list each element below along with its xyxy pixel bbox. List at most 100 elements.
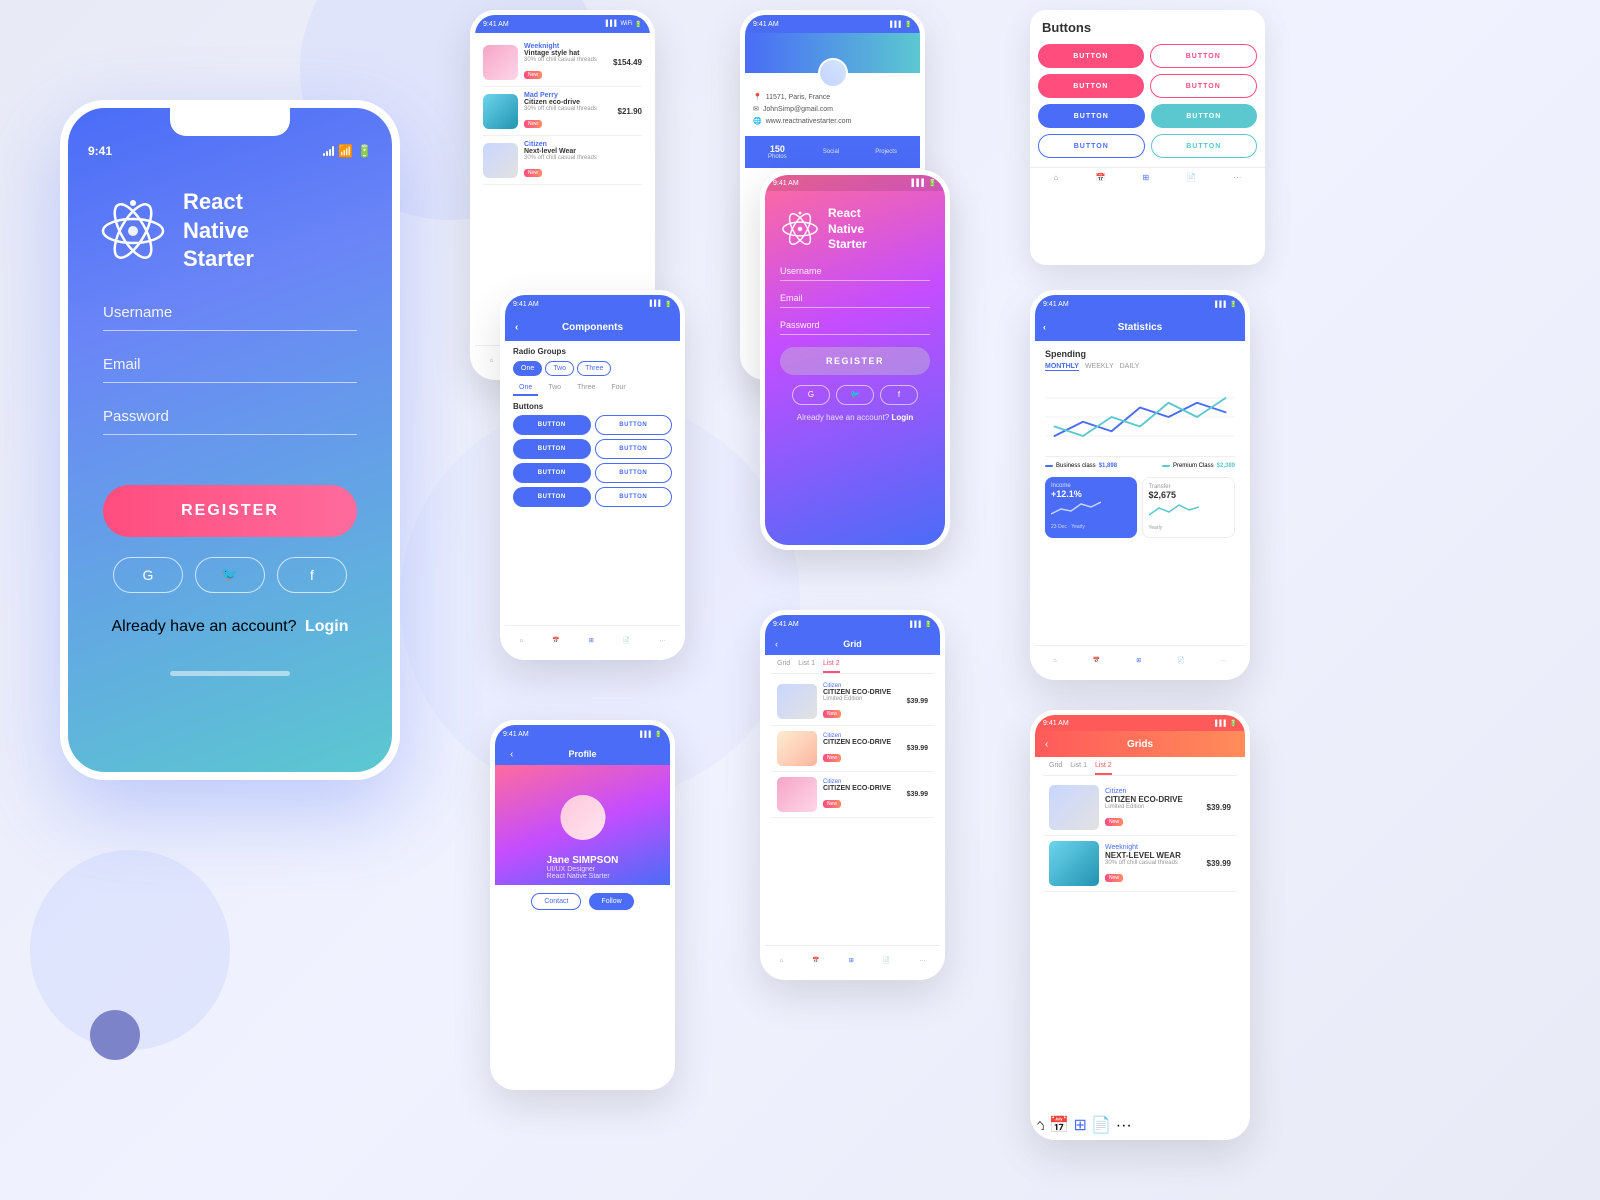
grids2-title: Grids <box>1127 739 1153 750</box>
panel-btn-pink-outline-1[interactable]: BUTTON <box>1150 44 1258 68</box>
grids2-tab-grid[interactable]: Grid <box>1049 762 1062 775</box>
panel-btn-pink-1[interactable]: BUTTON <box>1038 44 1144 68</box>
btn-outline-blue-1[interactable]: BUTTON <box>595 415 673 435</box>
stats-nav-grid[interactable]: ⊞ <box>1136 657 1141 664</box>
email-icon: ✉ <box>753 105 759 113</box>
grid-back-icon[interactable]: ‹ <box>775 639 778 649</box>
password-field[interactable]: Password <box>103 408 357 435</box>
panel-btn-teal-1[interactable]: BUTTON <box>1151 104 1258 128</box>
profile-back-icon[interactable]: ‹ <box>510 749 513 760</box>
facebook-login-button[interactable]: f <box>277 557 347 593</box>
panel-btn-teal-outline-1[interactable]: BUTTON <box>1151 134 1258 158</box>
panel-nav-home[interactable]: ⌂ <box>1054 173 1059 182</box>
register-app-line3: Starter <box>828 237 867 253</box>
nav-home-grid[interactable]: ⌂ <box>780 958 784 964</box>
grids2-time: 9:41 AM <box>1043 720 1069 727</box>
nav-grid-grid[interactable]: ⊞ <box>849 957 854 964</box>
reg-google-button[interactable]: G <box>792 385 830 405</box>
stats-nav-home[interactable]: ⌂ <box>1053 658 1057 664</box>
panel-btn-pink-outline-2[interactable]: BUTTON <box>1150 74 1258 98</box>
grids2-back-icon[interactable]: ‹ <box>1045 739 1048 750</box>
reg-email-field[interactable]: Email <box>780 293 930 308</box>
btn-outline-blue-3[interactable]: BUTTON <box>595 463 673 483</box>
reg-register-button[interactable]: REGISTER <box>780 347 930 375</box>
nav-cal-grid[interactable]: 📅 <box>812 957 819 964</box>
login-link[interactable]: Login <box>305 618 349 635</box>
btn-row-4: BUTTON BUTTON <box>1030 131 1265 161</box>
twitter-login-button[interactable]: 🐦 <box>195 557 265 593</box>
reg-login-text[interactable]: Login <box>891 413 913 422</box>
grids2-info-2: Weeknight NEXT-LEVEL WEAR 30% off chill … <box>1105 844 1201 884</box>
email-field[interactable]: Email <box>103 356 357 383</box>
shop-badge-1: New <box>524 71 542 79</box>
back-icon[interactable]: ‹ <box>515 322 518 333</box>
panel-nav-grid[interactable]: ⊞ <box>1143 173 1150 182</box>
reg-facebook-button[interactable]: f <box>880 385 918 405</box>
btn-solid-blue-2[interactable]: BUTTON <box>513 439 591 459</box>
nav-components-comp[interactable]: ··· <box>659 638 665 644</box>
tab-list2[interactable]: List 2 <box>823 660 840 673</box>
radio-two-filled[interactable]: Two <box>545 361 574 376</box>
nav-home-comp[interactable]: ⌂ <box>520 638 524 644</box>
btn-solid-blue-4[interactable]: BUTTON <box>513 487 591 507</box>
nav-home[interactable]: ⌂ <box>490 358 494 364</box>
btn-outline-blue-2[interactable]: BUTTON <box>595 439 673 459</box>
nav-calendar-comp[interactable]: 📅 <box>552 637 559 644</box>
nav-pages-grid[interactable]: 📄 <box>883 957 890 964</box>
tab-monthly[interactable]: MONTHLY <box>1045 363 1079 371</box>
stats-tabs: MONTHLY WEEKLY DAILY <box>1045 363 1235 371</box>
panel-btn-blue-1[interactable]: BUTTON <box>1038 104 1145 128</box>
stats-nav-comp[interactable]: ··· <box>1221 658 1227 664</box>
chart-svg <box>1045 377 1235 457</box>
contact-button[interactable]: Contact <box>531 893 581 910</box>
nav-comp-grid[interactable]: ··· <box>919 958 925 964</box>
nav-grids-comp[interactable]: ⊞ <box>589 637 594 644</box>
grids2-nav-grid[interactable]: ⊞ <box>1074 1117 1087 1134</box>
grids2-nav-cal[interactable]: 📅 <box>1049 1117 1069 1134</box>
radio-one-filled[interactable]: One <box>513 361 542 376</box>
grids2-nav-comp[interactable]: ··· <box>1116 1117 1132 1134</box>
btn-outline-blue-4[interactable]: BUTTON <box>595 487 673 507</box>
radio-one-underline[interactable]: One <box>513 381 538 396</box>
panel-btn-blue-outline-1[interactable]: BUTTON <box>1038 134 1145 158</box>
btn-solid-blue-1[interactable]: BUTTON <box>513 415 591 435</box>
grids2-phone: 9:41 AM ▌▌▌ 🔋 ‹ Grids Grid List 1 List 2… <box>1030 710 1250 1140</box>
google-login-button[interactable]: G <box>113 557 183 593</box>
panel-nav-comp[interactable]: ··· <box>1233 173 1241 182</box>
register-phone: 9:41 AM ▌▌▌ 🔋 React Native Starter Usern… <box>760 170 950 550</box>
register-button[interactable]: REGISTER <box>103 485 357 537</box>
stats-nav-pages[interactable]: 📄 <box>1177 657 1184 664</box>
grid-item-info-2: Citizen CITIZEN ECO-DRIVE New <box>823 733 901 764</box>
radio-two-underline[interactable]: Two <box>542 381 567 396</box>
radio-three-filled[interactable]: Three <box>577 361 611 376</box>
stats-back-icon[interactable]: ‹ <box>1043 322 1046 332</box>
tab-weekly[interactable]: WEEKLY <box>1085 363 1114 371</box>
reg-username-field[interactable]: Username <box>780 266 930 281</box>
username-field[interactable]: Username <box>103 304 357 331</box>
grid-item-info-3: Citizen CITIZEN ECO-DRIVE New <box>823 779 901 810</box>
panel-nav-pages[interactable]: 📄 <box>1186 173 1196 182</box>
follow-button[interactable]: Follow <box>589 893 633 910</box>
grids2-nav-pages[interactable]: 📄 <box>1091 1117 1111 1134</box>
tab-daily[interactable]: DAILY <box>1120 363 1140 371</box>
radio-four-underline[interactable]: Four <box>605 381 631 396</box>
tab-grid[interactable]: Grid <box>777 660 790 673</box>
btn-solid-blue-3[interactable]: BUTTON <box>513 463 591 483</box>
radio-three-underline[interactable]: Three <box>571 381 601 396</box>
buttons-panel: Buttons BUTTON BUTTON BUTTON BUTTON BUTT… <box>1030 10 1265 265</box>
grids2-tab-list1[interactable]: List 1 <box>1070 762 1087 775</box>
grids2-tab-list2[interactable]: List 2 <box>1095 762 1112 775</box>
nav-pages-comp[interactable]: 📄 <box>623 637 630 644</box>
grids2-nav-home[interactable]: ⌂ <box>1035 1117 1045 1134</box>
grid-badge-1: New <box>823 710 841 718</box>
shop-item-3: Citizen Next-level Wear 30% off chill ca… <box>483 136 642 185</box>
panel-nav-cal[interactable]: 📅 <box>1095 173 1105 182</box>
google-icon: G <box>143 567 154 583</box>
transfer-card: Transfer $2,675 Yearly <box>1142 477 1236 538</box>
radio-groups-title: Radio Groups <box>513 347 672 356</box>
tab-list1[interactable]: List 1 <box>798 660 815 673</box>
reg-password-field[interactable]: Password <box>780 320 930 335</box>
reg-twitter-button[interactable]: 🐦 <box>836 385 874 405</box>
panel-btn-pink-2[interactable]: BUTTON <box>1038 74 1144 98</box>
stats-nav-cal[interactable]: 📅 <box>1093 657 1100 664</box>
